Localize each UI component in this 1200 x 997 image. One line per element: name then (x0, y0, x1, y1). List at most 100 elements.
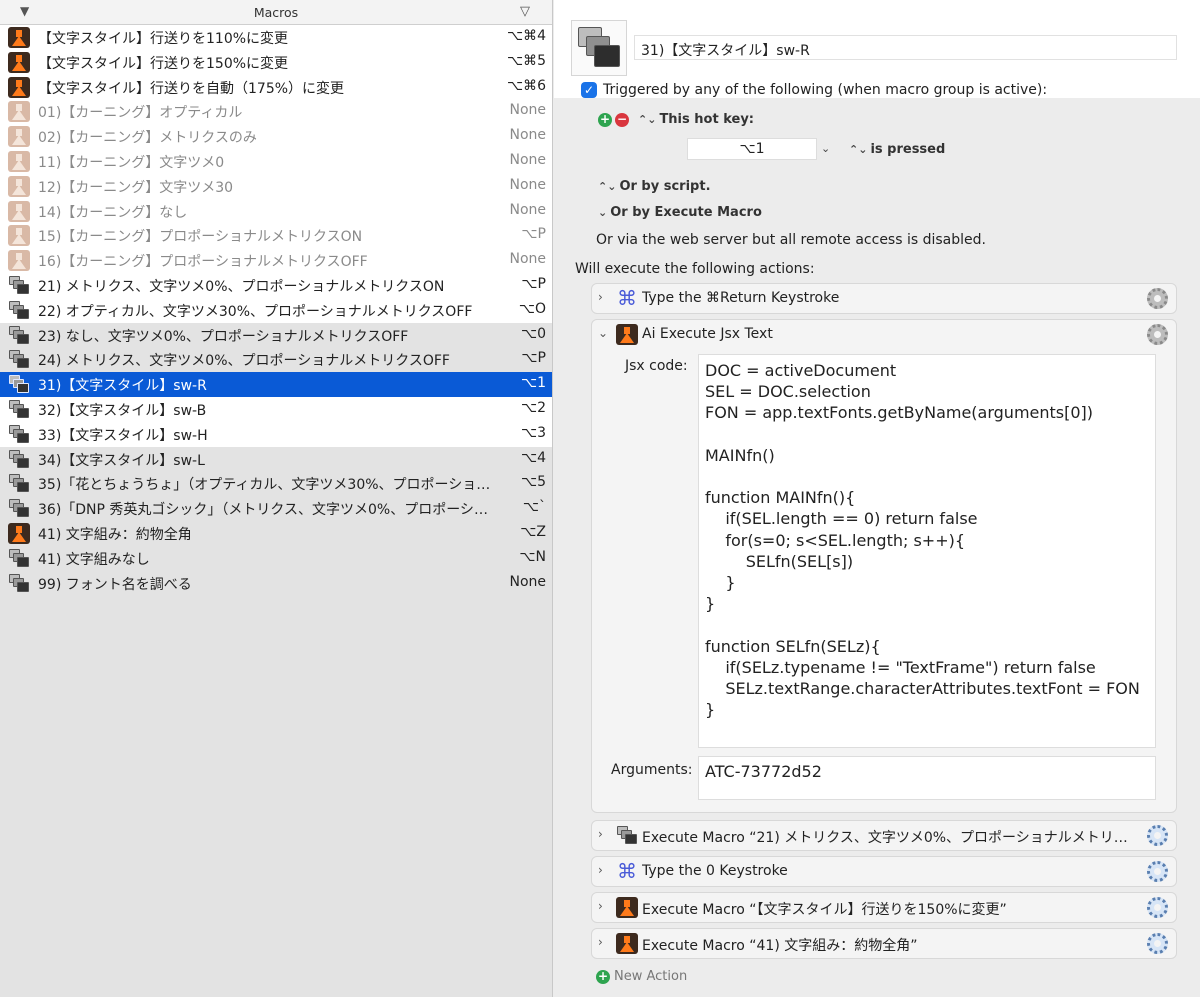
windows-icon (8, 275, 30, 296)
remove-trigger-icon[interactable]: − (615, 112, 629, 127)
macro-hotkey: ⌥N (519, 548, 546, 565)
flask-icon (8, 150, 30, 172)
add-trigger-icon[interactable]: + (598, 112, 612, 127)
windows-icon (8, 548, 30, 569)
macro-list-item[interactable]: 11)【カーニング】文字ツメ0 None (0, 148, 552, 174)
new-action-button[interactable]: + New Action (596, 969, 687, 984)
macro-list-item[interactable]: 34)【文字スタイル】sw-L ⌥4 (0, 446, 552, 472)
macro-label: 34)【文字スタイル】sw-L (38, 452, 205, 469)
macro-list-item[interactable]: 24) メトリクス、文字ツメ0%、プロポーショナルメトリクスOFF ⌥P (0, 347, 552, 373)
windows-icon (8, 349, 30, 370)
macro-list-item[interactable]: 36)「DNP 秀英丸ゴシック」（メトリクス、文字ツメ0%、プロポーショナル… ⌥… (0, 496, 552, 521)
macro-list-item[interactable]: 【文字スタイル】行送りを110%に変更 ⌥⌘4 (0, 25, 552, 50)
macro-list-item[interactable]: 41) 文字組みなし ⌥N (0, 545, 552, 571)
macro-hotkey: None (509, 573, 546, 590)
action-type-cmd-return[interactable]: › ⌘ Type the ⌘Return Keystroke (591, 283, 1177, 314)
is-pressed-popup[interactable]: ⌃⌄ is pressed (843, 142, 945, 157)
macro-label: 14)【カーニング】なし (38, 204, 188, 221)
macro-name-field[interactable]: 31)【文字スタイル】sw-R (634, 35, 1177, 60)
macro-label: 41) 文字組みなし (38, 551, 150, 568)
command-icon: ⌘ (617, 859, 637, 883)
macro-list-item[interactable]: 14)【カーニング】なし None (0, 198, 552, 224)
updown-chevron-icon: ⌃⌄ (849, 143, 868, 156)
macro-list-item[interactable]: 01)【カーニング】オプティカル None (0, 99, 552, 125)
chevron-down-icon[interactable]: ⌄ (821, 142, 830, 155)
macro-hotkey: None (509, 176, 546, 193)
flask-icon (8, 76, 30, 98)
macro-label: 33)【文字スタイル】sw-H (38, 427, 208, 444)
triggered-checkbox[interactable]: ✓ (581, 82, 597, 98)
macro-hotkey: ⌥Z (520, 523, 546, 540)
macro-list-item[interactable]: 99) フォント名を調べる None (0, 570, 552, 596)
macros-title: Macros (253, 5, 299, 20)
macro-list-item[interactable]: 41) 文字組み：約物全角 ⌥Z (0, 520, 552, 546)
flask-icon (8, 250, 30, 272)
chevron-down-icon[interactable]: ⌄ (598, 326, 608, 340)
macro-hotkey: ⌥P (521, 226, 546, 243)
macro-hotkey: ⌥⌘4 (506, 28, 546, 44)
macro-hotkey: ⌥⌘5 (506, 52, 546, 69)
windows-icon (8, 325, 30, 346)
gear-icon[interactable] (1147, 825, 1168, 846)
macro-hotkey: None (509, 127, 546, 144)
hotkey-label[interactable]: This hot key: (659, 112, 754, 127)
chevron-right-icon[interactable]: › (598, 935, 603, 949)
macro-list-item[interactable]: 02)【カーニング】メトリクスのみ None (0, 124, 552, 149)
macro-label: 15)【カーニング】プロポーショナルメトリクスON (38, 229, 363, 246)
macro-hotkey: ⌥5 (520, 474, 546, 491)
chevron-right-icon[interactable]: › (598, 899, 603, 913)
macro-list-item[interactable]: 22) オプティカル、文字ツメ30%、プロポーショナルメトリクスOFF ⌥O (0, 297, 552, 323)
or-by-execute-row[interactable]: ⌄ Or by Execute Macro (598, 205, 762, 220)
or-by-script-row[interactable]: ⌃⌄ Or by script. (598, 179, 711, 194)
macro-list-item[interactable]: 12)【カーニング】文字ツメ30 None (0, 173, 552, 199)
jsx-code-editor[interactable]: DOC = activeDocument SEL = DOC.selection… (698, 354, 1156, 748)
gear-icon[interactable] (1147, 861, 1168, 882)
windows-icon (8, 374, 30, 395)
action-title: Type the 0 Keystroke (642, 863, 788, 879)
macro-list-item[interactable]: 【文字スタイル】行送りを150%に変更 ⌥⌘5 (0, 49, 552, 75)
filter-triangle-icon[interactable]: ▽ (520, 4, 530, 19)
gear-icon[interactable] (1147, 933, 1168, 954)
updown-chevron-icon[interactable]: ⌃⌄ (638, 113, 656, 126)
action-title: Execute Macro “21) メトリクス、文字ツメ0%、プロポーショナル… (642, 830, 1137, 846)
flask-icon (8, 27, 30, 48)
hotkey-field[interactable]: ⌥1 (687, 138, 817, 160)
windows-icon (8, 424, 30, 445)
hotkey-trigger-row: + − ⌃⌄ This hot key: (598, 112, 754, 127)
macro-list-item[interactable]: 15)【カーニング】プロポーショナルメトリクスON ⌥P (0, 223, 552, 249)
macro-windows-icon[interactable] (571, 20, 627, 76)
jsx-code-label: Jsx code: (625, 358, 688, 374)
flask-icon (8, 51, 30, 73)
new-action-label: New Action (614, 969, 688, 984)
macro-list-item[interactable]: 16)【カーニング】プロポーショナルメトリクスOFF None (0, 248, 552, 273)
windows-icon (8, 573, 30, 594)
chevron-right-icon[interactable]: › (598, 827, 603, 841)
action-execute-macro-41[interactable]: › Execute Macro “41) 文字組み：約物全角” (591, 928, 1177, 959)
gear-icon[interactable] (1147, 288, 1168, 309)
action-title: Type the ⌘Return Keystroke (642, 290, 840, 306)
action-title: Ai Execute Jsx Text (642, 326, 773, 342)
action-type-0-keystroke[interactable]: › ⌘ Type the 0 Keystroke (591, 856, 1177, 887)
chevron-right-icon[interactable]: › (598, 290, 603, 304)
macro-list-item[interactable]: 32)【文字スタイル】sw-B ⌥2 (0, 396, 552, 422)
macro-list-item[interactable]: 【文字スタイル】行送りを自動（175%）に変更 ⌥⌘6 (0, 74, 552, 100)
action-execute-macro-150[interactable]: › Execute Macro “【文字スタイル】行送りを150%に変更” (591, 892, 1177, 923)
gear-icon[interactable] (1147, 897, 1168, 918)
macro-list-item[interactable]: 35)「花とちょうちょ」（オプティカル、文字ツメ30%、プロポーショナルメ… ⌥5 (0, 471, 552, 497)
flask-icon (8, 126, 30, 148)
action-execute-macro-21[interactable]: › Execute Macro “21) メトリクス、文字ツメ0%、プロポーショ… (591, 820, 1177, 851)
gear-icon[interactable] (1147, 324, 1168, 345)
macro-label: 【文字スタイル】行送りを自動（175%）に変更 (38, 80, 345, 97)
arguments-field[interactable]: ATC-73772d52 (698, 756, 1156, 800)
macro-hotkey: ⌥O (518, 300, 546, 317)
macro-list-item[interactable]: 31)【文字スタイル】sw-R ⌥1 (0, 372, 552, 397)
action-execute-jsx[interactable]: ⌄ Ai Execute Jsx Text Jsx code: DOC = ac… (591, 319, 1177, 813)
macro-list-item[interactable]: 23) なし、文字ツメ0%、プロポーショナルメトリクスOFF ⌥0 (0, 322, 552, 348)
via-web-text: Or via the web server but all remote acc… (596, 232, 986, 248)
macro-hotkey: None (509, 151, 546, 168)
macro-label: 21) メトリクス、文字ツメ0%、プロポーショナルメトリクスON (38, 278, 445, 295)
chevron-right-icon[interactable]: › (598, 863, 603, 877)
macro-list-item[interactable]: 33)【文字スタイル】sw-H ⌥3 (0, 421, 552, 447)
windows-icon (8, 498, 30, 519)
macro-list-item[interactable]: 21) メトリクス、文字ツメ0%、プロポーショナルメトリクスON ⌥P (0, 272, 552, 298)
